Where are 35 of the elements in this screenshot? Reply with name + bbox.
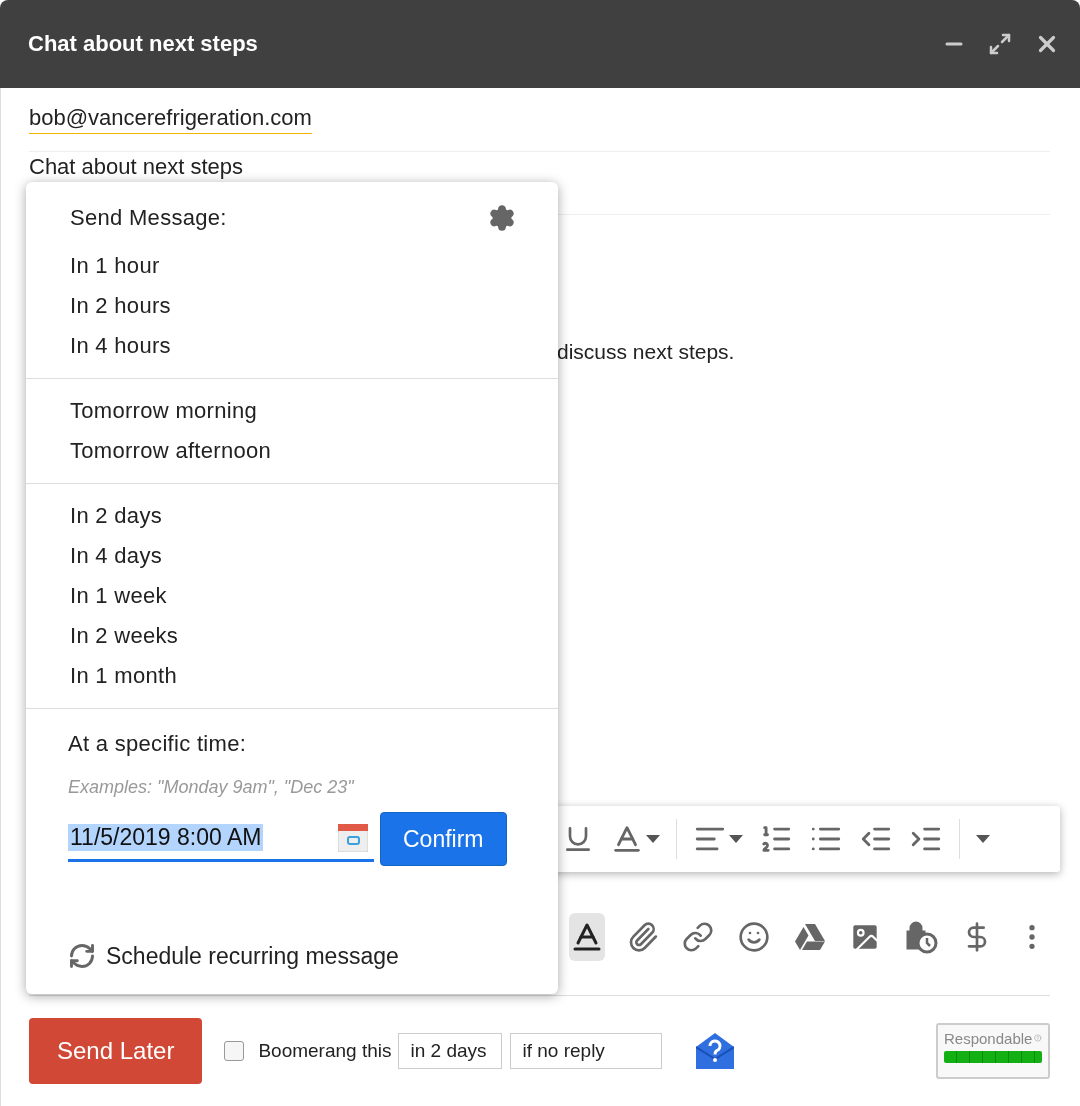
menu-item[interactable]: In 4 hours: [26, 326, 558, 366]
menu-item[interactable]: In 2 days: [26, 496, 558, 536]
envelope-question-icon[interactable]: [695, 1033, 734, 1069]
window-title: Chat about next steps: [28, 31, 259, 57]
send-later-button[interactable]: Send Later: [29, 1018, 203, 1084]
more-formatting-button[interactable]: [976, 835, 990, 843]
menu-item[interactable]: Tomorrow morning: [26, 391, 558, 431]
recurring-icon[interactable]: [68, 942, 96, 970]
expand-icon[interactable]: [988, 32, 1012, 56]
confirm-button[interactable]: Confirm: [380, 812, 507, 866]
menu-item[interactable]: In 2 hours: [26, 286, 558, 326]
recipient-chip[interactable]: bob@vancerefrigeration.com: [29, 105, 312, 134]
boomerang-checkbox[interactable]: [224, 1041, 245, 1061]
menu-item[interactable]: In 1 week: [26, 576, 558, 616]
menu-item[interactable]: In 2 weeks: [26, 616, 558, 656]
menu-item[interactable]: In 1 hour: [26, 246, 558, 286]
message-body-text: discuss next steps.: [557, 340, 735, 363]
examples-hint: Examples: "Monday 9am", "Dec 23": [68, 777, 356, 798]
menu-title: Send Message:: [70, 205, 227, 231]
caret-icon: [976, 835, 990, 843]
menu-item[interactable]: Tomorrow afternoon: [26, 431, 558, 471]
delay-select[interactable]: in 2 days: [397, 1033, 502, 1069]
condition-select[interactable]: if no reply: [509, 1033, 662, 1069]
menu-item[interactable]: In 1 month: [26, 656, 558, 696]
date-time-field[interactable]: 11/5/2019 8:00 AM: [68, 816, 374, 862]
recurring-message-link[interactable]: Schedule recurring message: [106, 942, 399, 970]
respondable-label: Respondable: [944, 1029, 1033, 1047]
specific-time-label: At a specific time:: [68, 731, 248, 757]
caret-icon: [729, 835, 743, 843]
caret-icon: [646, 835, 660, 843]
calendar-icon[interactable]: [338, 823, 368, 852]
menu-item[interactable]: In 4 days: [26, 536, 558, 576]
subject-text: Chat about next steps: [29, 154, 244, 180]
formatting-options-button[interactable]: [569, 912, 605, 961]
boomerang-label: Boomerang this: [258, 1040, 392, 1062]
